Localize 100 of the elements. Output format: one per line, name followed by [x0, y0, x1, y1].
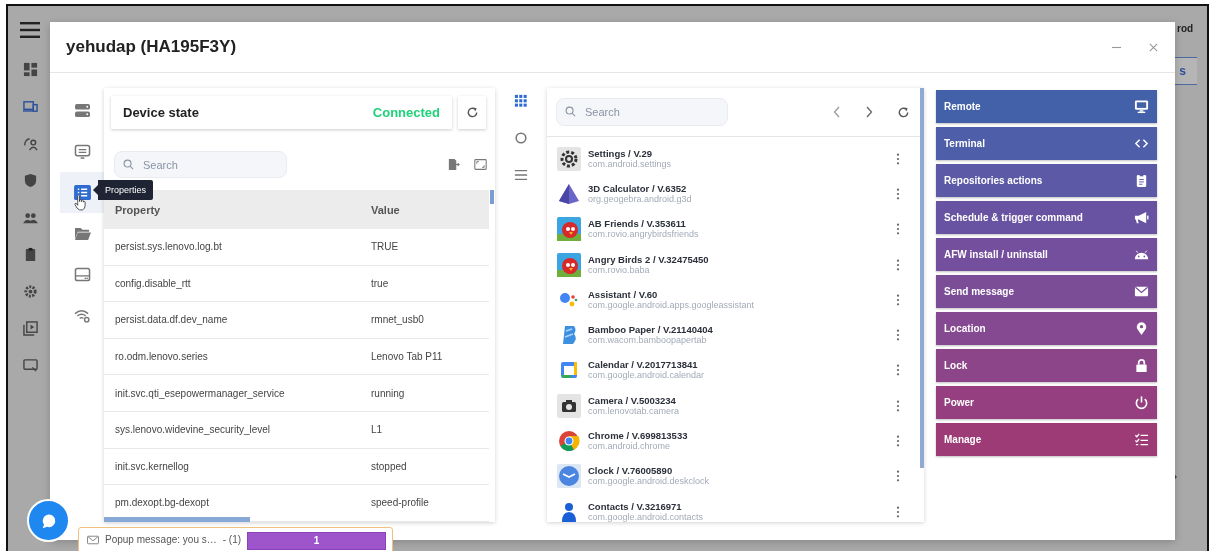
action-button[interactable]: Location	[936, 312, 1157, 345]
action-button[interactable]: Remote	[936, 90, 1157, 123]
kebab-icon[interactable]	[896, 364, 900, 377]
checklist-icon	[1134, 432, 1149, 447]
monitor-icon	[73, 144, 91, 159]
sync-person-icon[interactable]	[22, 136, 38, 151]
app-package: com.rovio.angrybirdsfriends	[588, 229, 700, 241]
kebab-icon[interactable]	[896, 152, 900, 165]
device-state-label: Device state	[123, 105, 199, 120]
menu-icon[interactable]	[20, 22, 40, 38]
action-button[interactable]: Send message	[936, 275, 1157, 308]
app-name: Assistant / V.60	[588, 288, 659, 300]
scrollbar-thumb[interactable]	[104, 517, 250, 522]
shield-icon[interactable]	[22, 173, 38, 188]
app-package: com.android.chrome	[588, 441, 672, 452]
action-button[interactable]: Power	[936, 386, 1157, 419]
wifi-icon	[73, 308, 91, 323]
kebab-icon[interactable]	[896, 223, 900, 236]
refresh-icon	[465, 106, 479, 119]
app-name: Contacts / V.3216971	[588, 500, 683, 512]
app-package: com.google.android.apps.googleassistant	[588, 299, 756, 311]
scrollbar-thumb[interactable]	[920, 88, 924, 468]
kebab-icon[interactable]	[896, 505, 900, 518]
search-field[interactable]: Search	[114, 151, 287, 178]
count-badge: 1	[247, 532, 386, 550]
app-name: AB Friends / V.353611	[588, 218, 687, 230]
app-package: com.wacom.bamboopapertab	[588, 335, 708, 347]
folder-icon	[73, 226, 91, 241]
app-package: com.google.android.deskclock	[588, 476, 711, 488]
app-package: com.android.settings	[588, 158, 673, 170]
settings-icon[interactable]	[22, 284, 38, 299]
property-name: pm.dexopt.bg-dexopt	[114, 497, 210, 509]
app-name: Bamboo Paper / V.21140404	[588, 324, 714, 336]
hand-cursor-icon	[74, 194, 87, 211]
action-button[interactable]: Schedule & trigger command	[936, 201, 1157, 234]
action-button[interactable]: Lock	[936, 349, 1157, 382]
app-name: Angry Birds 2 / V.32475450	[588, 253, 710, 265]
kebab-icon[interactable]	[896, 329, 900, 342]
property-name: config.disable_rtt	[114, 277, 192, 289]
property-value: L1	[371, 424, 384, 436]
app-name: Clock / V.76005890	[588, 465, 674, 477]
action-button[interactable]: AFW install / uninstall	[936, 238, 1157, 271]
kebab-icon[interactable]	[896, 470, 900, 483]
app-icon	[557, 393, 581, 418]
pin-icon	[1134, 321, 1149, 336]
app-package: com.lenovotab.camera	[588, 405, 681, 417]
search-field[interactable]: Search	[556, 98, 728, 126]
property-value: true	[371, 277, 390, 289]
app-name: Settings / V.29	[588, 147, 654, 159]
search-icon	[123, 159, 134, 170]
chevron-left-icon[interactable]	[833, 106, 841, 118]
dialog-title: yehudap (HA195F3Y)	[66, 37, 238, 57]
devices-icon[interactable]	[22, 99, 38, 114]
kebab-icon[interactable]	[896, 399, 900, 412]
kebab-icon[interactable]	[896, 258, 900, 271]
sidebar-tool[interactable]	[60, 172, 104, 213]
view-tool-icon[interactable]	[514, 168, 528, 182]
property-name: persist.data.df.dev_name	[114, 314, 229, 326]
people-icon[interactable]	[22, 210, 38, 225]
user-name: rod	[1177, 23, 1194, 34]
kebab-icon[interactable]	[896, 187, 900, 200]
lock-icon	[1134, 358, 1149, 373]
popup-message-bar[interactable]: Popup message: you s… - (1) 1	[78, 527, 393, 551]
screen-icon[interactable]	[22, 358, 38, 373]
view-tool-icon[interactable]	[514, 131, 528, 145]
scrollbar-thumb[interactable]	[490, 190, 494, 204]
action-button[interactable]: Repositories actions	[936, 164, 1157, 197]
chevron-right-icon[interactable]	[865, 106, 873, 118]
kebab-icon[interactable]	[896, 435, 900, 447]
app-icon	[557, 429, 581, 453]
power-icon	[1134, 395, 1149, 410]
property-name: ro.odm.lenovo.series	[114, 351, 209, 363]
action-button[interactable]: Manage	[936, 423, 1157, 456]
app-name: Calendar / V.2017713841	[588, 359, 699, 371]
app-icon	[557, 464, 581, 489]
export-icon[interactable]	[447, 158, 460, 171]
view-tool-icon[interactable]	[514, 94, 528, 108]
close-icon[interactable]	[1148, 41, 1159, 53]
media-icon[interactable]	[22, 321, 38, 336]
property-name: init.svc.kernellog	[114, 460, 190, 472]
property-name: persist.sys.lenovo.log.bt	[114, 241, 223, 253]
action-button[interactable]: Terminal	[936, 127, 1157, 160]
property-value: Lenovo Tab P11	[371, 351, 444, 363]
monitor-icon	[1134, 99, 1149, 114]
refresh-button[interactable]	[458, 96, 486, 129]
property-value: rmnet_usb0	[371, 314, 425, 326]
server-icon	[73, 103, 91, 118]
column-header[interactable]: Value	[371, 203, 489, 216]
app-icon	[557, 146, 581, 171]
app-package: org.geogebra.android.g3d	[588, 193, 693, 205]
clipboard-icon	[1134, 173, 1149, 188]
app-package: com.google.android.contacts	[588, 511, 705, 522]
kebab-icon[interactable]	[896, 293, 900, 306]
app-name: 3D Calculator / V.6352	[588, 182, 688, 194]
property-value: stopped	[371, 460, 408, 472]
expand-icon[interactable]	[474, 158, 487, 171]
dashboard-icon[interactable]	[22, 62, 38, 77]
popup-message-text: Popup message: you s…	[105, 534, 217, 545]
column-header[interactable]: Property	[104, 203, 371, 216]
refresh-icon[interactable]	[897, 105, 910, 119]
